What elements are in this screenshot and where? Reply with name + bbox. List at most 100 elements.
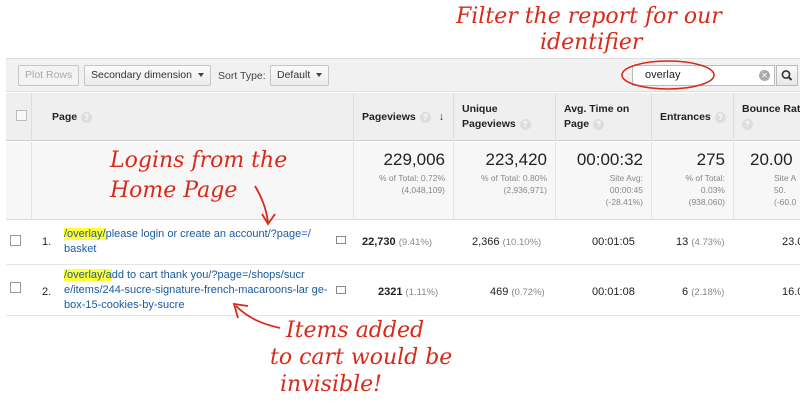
totals-avg-time-value: 00:00:32 [576,150,643,169]
annotation-items-line2: to cart would be [270,345,453,370]
select-all-checkbox[interactable] [16,110,27,121]
annotation-logins-line1: Logins from the [110,148,288,173]
row-number: 2. [42,286,52,298]
totals-pageviews-pct: % of Total: 0.72% [379,173,445,183]
chevron-down-icon [197,73,204,78]
totals-avg-time-site: 00:00:45 [609,185,643,195]
totals-unique: 223,420 % of Total: 0.80% (2,936,971) [454,142,556,220]
annotation-logins-line2: Home Page [110,178,238,203]
row-unique: 2,366 (10.10%) [472,236,541,248]
row-pageviews-pct: (1.11%) [405,287,439,298]
search-icon [781,70,793,81]
row-entrances: 13 (4.73%) [676,236,725,248]
totals-entrances-label: % of Total: [685,173,725,183]
totals-entrances-pct: 0.03% [700,185,725,195]
search-input[interactable]: overlay ✕ [632,65,775,86]
plot-rows-button[interactable]: Plot Rows [18,65,80,86]
totals-avg-time-diff: (-28.41%) [605,197,643,207]
col-entrances[interactable]: Entrances? [652,93,734,141]
help-icon[interactable]: ? [519,118,531,130]
row-entrances-value: 13 [676,236,689,248]
col-entrances-label: Entrances [660,111,711,123]
row-avg-time: 00:01:05 [592,236,635,248]
page-link[interactable]: /overlay/please login or create an accou… [64,227,340,257]
col-unique-pageviews-label: Unique Pageviews [462,103,516,130]
row-entrances: 6 (2.18%) [682,286,724,298]
help-icon[interactable]: ? [81,111,93,123]
page-link-highlight: /overlay/ [64,228,106,240]
row-unique-value: 2,366 [472,236,500,248]
help-icon[interactable]: ? [419,111,431,123]
annotation-filter-line1: Filter the report for our [456,4,722,29]
totals-unique-value: 223,420 [485,150,547,169]
table-row: 1. /overlay/please login or create an ac… [6,221,800,265]
col-bounce-rate-label: Bounce Rat [742,103,800,115]
totals-bounce-value: 20.00 [750,150,793,169]
row-number: 1. [42,236,52,248]
clear-icon[interactable]: ✕ [759,70,770,81]
row-checkbox[interactable] [10,235,21,246]
totals-entrances-total: (938,060) [688,197,725,207]
sort-type-label: Sort Type: [218,70,266,82]
totals-unique-pct: % of Total: 0.80% [481,173,547,183]
row-unique: 469 (0.72%) [490,286,545,298]
totals-pageviews-total: (4,048,109) [401,185,445,195]
row-pageviews-value: 22,730 [362,236,396,248]
totals-bounce: 20.00 Site A 50. (-60.0 [734,142,800,220]
row-entrances-pct: (2.18%) [691,287,725,298]
search-input-value: overlay [645,69,681,81]
col-pageviews[interactable]: Pageviews? ↓ [354,93,454,141]
row-avg-time: 00:01:08 [592,286,635,298]
row-entrances-value: 6 [682,286,689,298]
help-icon[interactable]: ? [714,111,726,123]
table-header: Page? Pageviews? ↓ Unique Pageviews? Avg.… [6,93,800,141]
col-pageviews-label: Pageviews [362,111,416,123]
report-toolbar: Plot Rows Secondary dimension Sort Type:… [6,58,800,92]
annotation-items-line1: Items added [286,318,425,343]
row-bounce: 16.0 [782,286,800,298]
row-checkbox[interactable] [10,282,21,293]
totals-blank [6,142,32,220]
col-bounce-rate[interactable]: Bounce Rat? [734,93,800,141]
page-link[interactable]: /overlay/add to cart thank you/?page=/sh… [64,268,340,313]
totals-entrances: 275 % of Total: 0.03% (938,060) [652,142,734,220]
help-icon[interactable]: ? [742,118,753,130]
annotation-items-line3: invisible! [280,372,382,397]
totals-entrances-value: 275 [696,150,725,169]
col-avg-time[interactable]: Avg. Time on Page? [556,93,652,141]
secondary-dimension-dropdown[interactable]: Secondary dimension [84,65,211,86]
totals-avg-time-label: Site Avg: [609,173,643,183]
row-unique-value: 469 [490,286,509,298]
sort-type-value: Default [277,69,311,81]
totals-pageviews: 229,006 % of Total: 0.72% (4,048,109) [354,142,454,220]
select-all-cell [6,93,32,141]
chevron-down-icon [316,73,323,78]
row-pageviews: 2321 (1.11%) [378,286,438,298]
row-pageviews-value: 2321 [378,286,403,298]
row-pageviews-pct: (9.41%) [398,237,432,248]
totals-avg-time: 00:00:32 Site Avg: 00:00:45 (-28.41%) [556,142,652,220]
open-page-icon[interactable] [336,286,346,294]
search-button[interactable] [776,65,798,86]
totals-bounce-site: 50. [774,185,786,195]
help-icon[interactable]: ? [593,118,605,130]
sort-desc-icon: ↓ [438,111,444,123]
row-bounce: 23.0 [782,236,800,248]
page-link-highlight: /overlay/a [64,269,112,281]
col-page[interactable]: Page? [32,93,354,141]
row-unique-pct: (0.72%) [511,287,545,298]
row-entrances-pct: (4.73%) [691,237,725,248]
annotation-filter-line2: identifier [540,30,643,55]
open-page-icon[interactable] [336,236,346,244]
col-page-label: Page [52,111,78,123]
totals-pageviews-value: 229,006 [383,150,445,169]
totals-bounce-diff: (-60.0 [774,197,797,207]
row-unique-pct: (10.10%) [502,237,542,248]
col-unique-pageviews[interactable]: Unique Pageviews? [454,93,556,141]
totals-unique-total: (2,936,971) [503,185,547,195]
sort-type-dropdown[interactable]: Default [270,65,330,86]
row-pageviews: 22,730 (9.41%) [362,236,432,248]
totals-bounce-label: Site A [774,173,797,183]
table-row: 2. /overlay/add to cart thank you/?page=… [6,266,800,316]
secondary-dimension-label: Secondary dimension [91,69,192,81]
